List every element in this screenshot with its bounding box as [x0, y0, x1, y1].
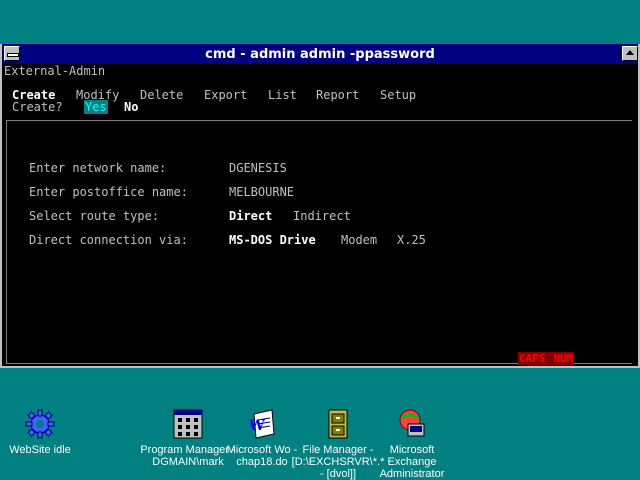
desktop-icon-label: Microsoft Exchange Administrator: [379, 444, 445, 480]
route-option-direct[interactable]: Direct: [229, 209, 272, 223]
maximize-icon[interactable]: [622, 46, 638, 61]
cmd-window[interactable]: cmd - admin admin -ppassword External-Ad…: [0, 44, 640, 368]
exchange-admin-icon: [396, 408, 428, 440]
network-value[interactable]: DGENESIS: [229, 161, 287, 175]
desktop-icon-exchange[interactable]: Microsoft Exchange Administrator: [364, 408, 460, 480]
gear-icon: [24, 408, 56, 440]
menu-item-report[interactable]: Report: [316, 88, 359, 102]
connection-option-modem[interactable]: Modem: [341, 233, 377, 247]
terminal-area[interactable]: External-Admin Create Modify Delete Expo…: [2, 64, 638, 366]
postoffice-value[interactable]: MELBOURNE: [229, 185, 294, 199]
prompt-no-option[interactable]: No: [124, 100, 138, 114]
status-indicators: CAPS NUM: [518, 352, 575, 365]
num-indicator: NUM: [553, 352, 574, 365]
caps-indicator: CAPS: [519, 352, 546, 365]
menu-item-list[interactable]: List: [268, 88, 297, 102]
prompt-yes-option[interactable]: Yes: [84, 100, 108, 114]
system-menu-icon[interactable]: [4, 46, 20, 61]
route-label: Select route type:: [29, 209, 160, 223]
program-manager-icon: [172, 408, 204, 440]
route-option-indirect[interactable]: Indirect: [293, 209, 351, 223]
svg-text:W: W: [248, 418, 265, 434]
app-name: External-Admin: [4, 64, 106, 78]
prompt-question: Create?: [12, 100, 63, 114]
desktop-icon-website[interactable]: WebSite idle: [0, 408, 88, 456]
window-title: cmd - admin admin -ppassword: [205, 46, 435, 62]
word-document-icon: W: [246, 408, 278, 440]
menu-item-export[interactable]: Export: [204, 88, 247, 102]
connection-option-msdos[interactable]: MS-DOS Drive: [229, 233, 316, 247]
menu-item-delete[interactable]: Delete: [140, 88, 183, 102]
network-label: Enter network name:: [29, 161, 167, 175]
title-bar[interactable]: cmd - admin admin -ppassword: [2, 44, 638, 64]
connection-label: Direct connection via:: [29, 233, 188, 247]
menu-item-setup[interactable]: Setup: [380, 88, 416, 102]
form-frame: Enter network name: DGENESIS Enter posto…: [6, 120, 632, 364]
file-cabinet-icon: [322, 408, 354, 440]
postoffice-label: Enter postoffice name:: [29, 185, 188, 199]
connection-option-x25[interactable]: X.25: [397, 233, 426, 247]
desktop-icon-label: WebSite idle: [9, 444, 71, 456]
